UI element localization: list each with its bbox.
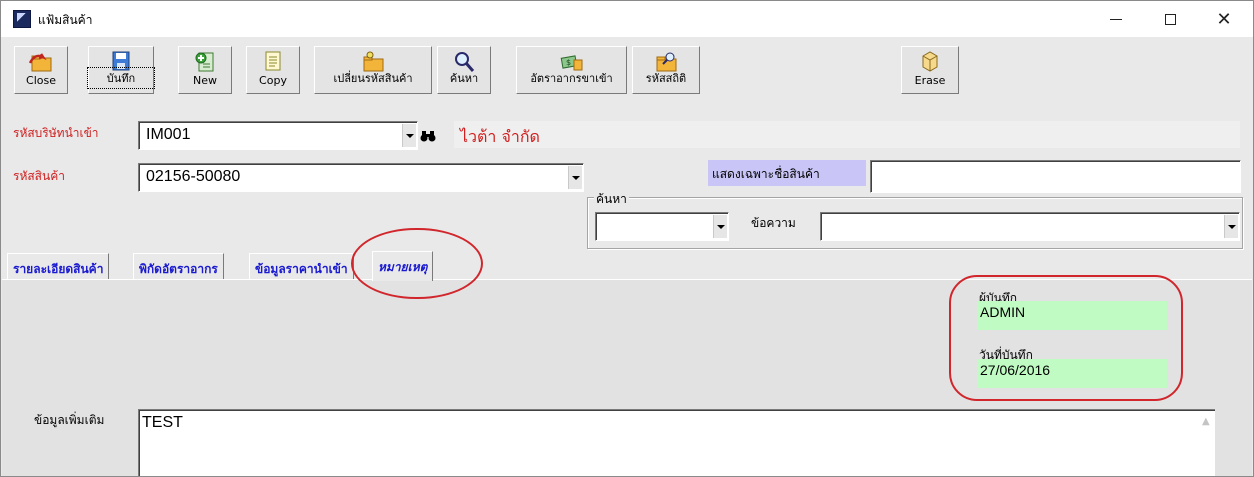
- importer-code-label: รหัสบริษัทนำเข้า: [13, 126, 99, 140]
- additional-info-value: TEST: [142, 414, 183, 431]
- copy-button-label: Copy: [259, 74, 287, 87]
- tab-strip: รายละเอียดสินค้า พิกัดอัตราอากร ข้อมูลรา…: [7, 251, 1247, 281]
- product-code-label: รหัสสินค้า: [13, 169, 65, 183]
- close-window-button[interactable]: ✕: [1201, 1, 1247, 37]
- additional-info-textarea[interactable]: TEST ▲: [138, 409, 1215, 476]
- eraser-icon: [922, 51, 938, 72]
- change-product-code-button[interactable]: เปลี่ยนรหัสสินค้า: [314, 46, 432, 94]
- change-product-code-label: เปลี่ยนรหัสสินค้า: [333, 72, 413, 85]
- close-button-label: Close: [26, 74, 56, 87]
- scroll-up-icon[interactable]: ▲: [1202, 416, 1212, 427]
- search-button-label: ค้นหา: [449, 72, 479, 85]
- additional-info-label: ข้อมูลเพิ่มเติม: [34, 413, 105, 427]
- tab-duty-tariff[interactable]: พิกัดอัตราอากร: [133, 253, 224, 279]
- message-select[interactable]: [820, 212, 1240, 241]
- statistics-code-button[interactable]: รหัสสถิติ: [632, 46, 700, 94]
- search-button[interactable]: ค้นหา: [437, 46, 491, 94]
- new-button-label: New: [193, 74, 217, 87]
- search-field-select[interactable]: [595, 212, 729, 241]
- company-name-display: ไวต้า จำกัด: [454, 121, 1240, 148]
- importer-code-value: IM001: [146, 126, 191, 143]
- new-document-icon: [195, 52, 214, 72]
- maximize-button[interactable]: [1147, 1, 1193, 37]
- save-button-label: บันทึก: [87, 67, 155, 89]
- erase-button-label: Erase: [914, 74, 946, 87]
- search-group-label: ค้นหา: [594, 190, 629, 209]
- folder-arrow-icon: [29, 53, 52, 72]
- show-only-name-label: แสดงเฉพาะชื่อสินค้า: [708, 160, 866, 186]
- tab-remarks[interactable]: หมายเหตุ: [372, 251, 434, 281]
- app-logo-icon: [13, 10, 31, 28]
- chevron-down-icon[interactable]: [713, 215, 727, 238]
- tab-import-price[interactable]: ข้อมูลราคานำเข้า: [249, 253, 354, 279]
- copy-document-icon: [265, 51, 281, 71]
- svg-text:$: $: [566, 58, 571, 67]
- binoculars-icon[interactable]: [420, 129, 436, 143]
- import-duty-rate-label: อัตราอากรขาเข้า: [530, 72, 613, 85]
- message-label: ข้อความ: [751, 216, 796, 230]
- erase-button[interactable]: Erase: [901, 46, 959, 94]
- minimize-button[interactable]: [1093, 1, 1139, 37]
- product-code-value: 02156-50080: [146, 168, 241, 185]
- minimize-icon: [1110, 18, 1122, 20]
- statistics-code-label: รหัสสถิติ: [645, 72, 687, 85]
- new-button[interactable]: New: [178, 46, 232, 94]
- copy-button[interactable]: Copy: [246, 46, 300, 94]
- show-only-name-input[interactable]: [870, 160, 1241, 193]
- tab-product-details[interactable]: รายละเอียดสินค้า: [7, 253, 110, 279]
- toolbar: Close บันทึก New Copy เปลี่ยนรหัสสินค้า …: [1, 37, 1253, 101]
- chevron-down-icon[interactable]: [1224, 215, 1238, 238]
- maximize-icon: [1164, 13, 1176, 25]
- chevron-down-icon[interactable]: [568, 166, 582, 189]
- chevron-down-icon[interactable]: [402, 124, 416, 147]
- import-duty-rate-button[interactable]: $ อัตราอากรขาเข้า: [516, 46, 627, 94]
- save-button[interactable]: บันทึก: [87, 46, 155, 94]
- window-title: แฟ้มสินค้า: [38, 13, 93, 27]
- product-file-window: แฟ้มสินค้า ✕ Close บันทึก New Copy เปลี่…: [0, 0, 1254, 477]
- product-code-select[interactable]: 02156-50080: [138, 163, 584, 192]
- close-button[interactable]: Close: [14, 46, 68, 94]
- importer-code-select[interactable]: IM001: [138, 121, 418, 150]
- recorded-by-value: ADMIN: [977, 301, 1167, 330]
- title-bar: แฟ้มสินค้า ✕: [1, 1, 1253, 37]
- recorded-date-value: 27/06/2016: [977, 359, 1167, 388]
